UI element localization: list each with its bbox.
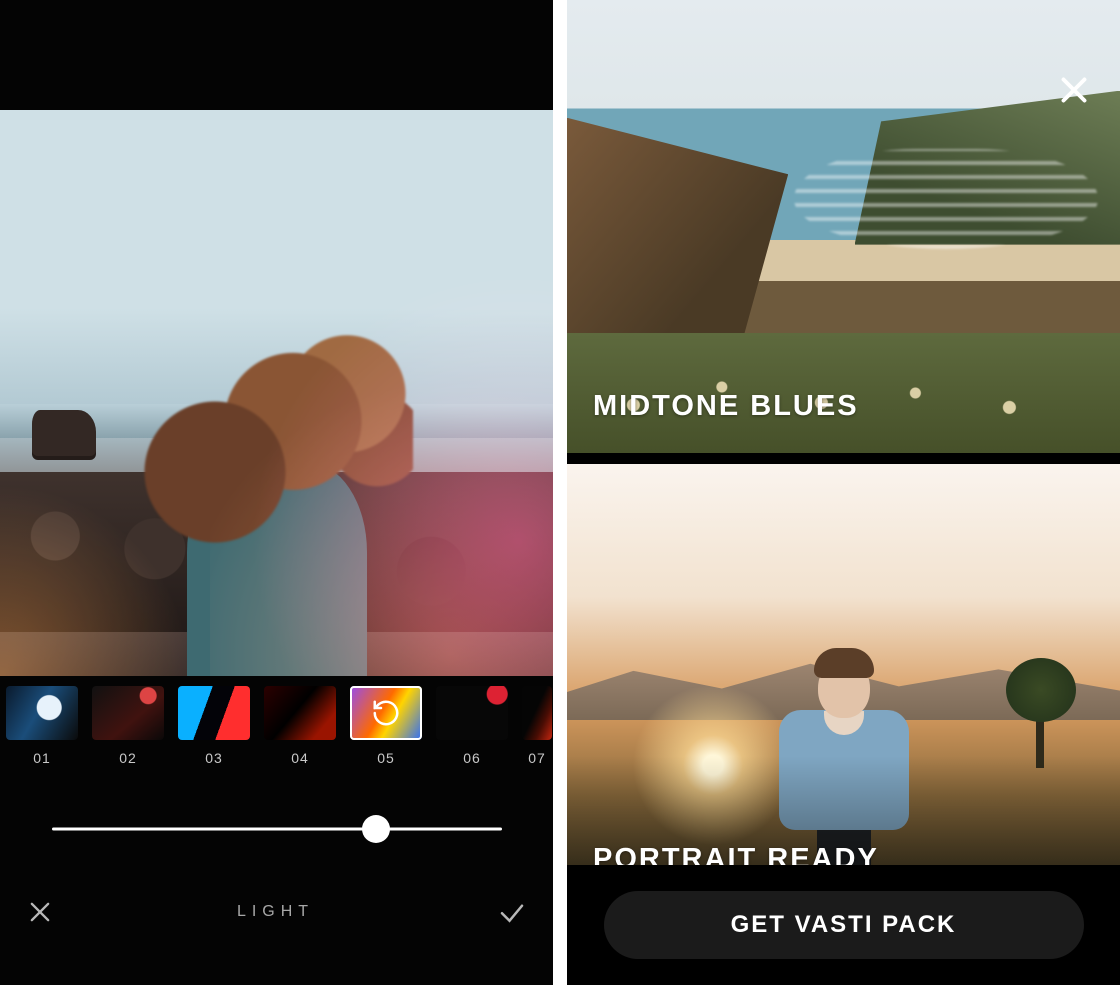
filter-item-06[interactable]: 06 bbox=[436, 686, 508, 790]
filter-thumb bbox=[264, 686, 336, 740]
filter-thumb bbox=[522, 686, 552, 740]
filter-thumb bbox=[436, 686, 508, 740]
slider-track bbox=[52, 828, 502, 831]
intensity-slider-area bbox=[0, 790, 553, 868]
intensity-slider[interactable] bbox=[52, 815, 502, 843]
filter-thumb bbox=[350, 686, 422, 740]
filter-item-05[interactable]: 05 bbox=[350, 686, 422, 790]
get-pack-button[interactable]: GET VASTI PACK bbox=[604, 891, 1084, 959]
filter-label: 02 bbox=[92, 750, 164, 766]
filter-label: 05 bbox=[350, 750, 422, 766]
filter-strip: 01 02 03 04 bbox=[0, 676, 553, 790]
preset-title: MIDTONE BLUES bbox=[593, 390, 859, 423]
editor-panel: 01 02 03 04 bbox=[0, 0, 553, 985]
editor-photo-preview[interactable] bbox=[0, 110, 553, 676]
reset-icon bbox=[350, 686, 422, 740]
filter-item-04[interactable]: 04 bbox=[264, 686, 336, 790]
filter-label: 03 bbox=[178, 750, 250, 766]
preset-panel: MIDTONE BLUES PORTRAIT READY GET VASTI P… bbox=[567, 0, 1120, 985]
filter-label: 01 bbox=[6, 750, 78, 766]
cancel-button[interactable] bbox=[26, 898, 54, 926]
close-button[interactable] bbox=[1056, 72, 1092, 113]
slider-thumb[interactable] bbox=[362, 815, 390, 843]
preset-card-midtone-blues[interactable]: MIDTONE BLUES bbox=[567, 0, 1120, 453]
preset-card-portrait-ready[interactable]: PORTRAIT READY bbox=[567, 464, 1120, 906]
editor-bottom-bar: LIGHT bbox=[0, 868, 553, 956]
confirm-button[interactable] bbox=[497, 897, 527, 927]
filter-label: 07 bbox=[522, 750, 552, 766]
filter-item-01[interactable]: 01 bbox=[6, 686, 78, 790]
filter-label: 06 bbox=[436, 750, 508, 766]
filter-thumb bbox=[92, 686, 164, 740]
filter-thumb bbox=[178, 686, 250, 740]
filter-item-07[interactable]: 07 bbox=[522, 686, 552, 790]
cta-bar: GET VASTI PACK bbox=[567, 865, 1120, 985]
filter-item-03[interactable]: 03 bbox=[178, 686, 250, 790]
filter-label: 04 bbox=[264, 750, 336, 766]
adjust-mode-label: LIGHT bbox=[237, 903, 314, 921]
filter-thumb bbox=[6, 686, 78, 740]
editor-topbar bbox=[0, 0, 553, 110]
filter-item-02[interactable]: 02 bbox=[92, 686, 164, 790]
